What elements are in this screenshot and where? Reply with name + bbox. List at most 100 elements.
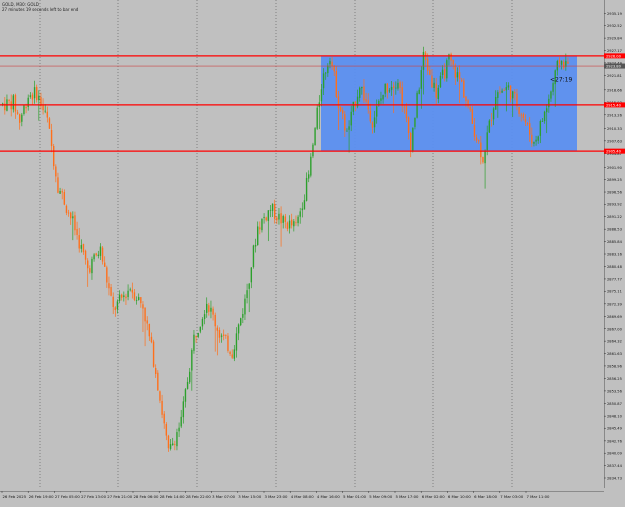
- candle-body: [501, 90, 503, 93]
- time-tick-label: 4 Mar 16:00: [317, 494, 341, 499]
- candle-body: [116, 301, 119, 310]
- price-tick-label: 2834.73: [607, 476, 622, 480]
- chart-area[interactable]: <27:19 GOLD, M30: GOLD 27 minutes 19 sec…: [0, 0, 604, 488]
- candle-body: [225, 335, 227, 336]
- price-tick-label: 2869.69: [607, 315, 623, 319]
- candle-body: [480, 142, 482, 158]
- candle-body: [518, 106, 520, 114]
- price-tick-label: 2875.11: [607, 290, 622, 294]
- candle-body: [537, 136, 539, 141]
- candle-body: [401, 87, 403, 107]
- candle-body: [78, 235, 80, 249]
- candle-body: [548, 98, 550, 108]
- time-tick-label: 4 Mar 08:00: [291, 494, 315, 499]
- candle-body: [344, 114, 346, 131]
- candle-body: [97, 254, 100, 256]
- candle-body: [380, 98, 382, 101]
- candle-body: [299, 211, 301, 217]
- price-tick-label: 2877.77: [607, 277, 622, 281]
- candle-body: [520, 114, 522, 116]
- candle-body: [350, 111, 352, 126]
- candle-body: [403, 106, 406, 108]
- time-tick-label: 5 Mar 09:00: [369, 494, 393, 499]
- price-tick-label: 2913.26: [607, 113, 623, 117]
- candle-body: [21, 114, 23, 122]
- candle-body: [533, 142, 535, 144]
- candle-body: [363, 86, 365, 101]
- candle-body: [148, 324, 151, 337]
- candle-body: [231, 354, 233, 358]
- candle-body: [429, 69, 431, 75]
- time-tick-label: 26 Feb 2025: [3, 494, 27, 499]
- candle-body: [397, 82, 399, 89]
- candle-body: [546, 108, 548, 113]
- candle-body: [223, 334, 225, 336]
- candle-body: [467, 100, 469, 107]
- price-tick-label: 2885.84: [607, 240, 623, 244]
- candle-body: [99, 246, 102, 256]
- candle-body: [348, 126, 350, 130]
- candle-body: [512, 91, 514, 99]
- time-tick-label: 3 Mar 15:00: [238, 494, 262, 499]
- candle-body: [53, 145, 55, 167]
- price-tick-label: 2850.87: [607, 402, 622, 406]
- time-axis[interactable]: 26 Feb 2025 26 Feb 19:00 27 Feb 05:00 27 Fe…: [0, 488, 625, 500]
- candle-body: [55, 166, 57, 177]
- time-tick-label: 5 Mar 17:00: [396, 494, 420, 499]
- candle-body: [473, 125, 476, 137]
- candle-body: [48, 118, 51, 129]
- candle-body: [339, 106, 342, 112]
- time-tick-label: 6 Mar 10:00: [448, 494, 472, 499]
- candle-body: [465, 96, 467, 101]
- candle-body: [44, 110, 46, 112]
- candle-body: [216, 327, 219, 331]
- candle-body: [46, 111, 49, 118]
- candle-body: [431, 75, 433, 88]
- candle-body: [329, 60, 331, 65]
- candle-body: [550, 91, 552, 99]
- candle-body: [469, 107, 471, 110]
- candle-body: [267, 210, 270, 221]
- candle-body: [297, 216, 299, 224]
- price-tick-label: 2842.76: [607, 439, 623, 443]
- time-tick-label: 28 Feb 06:00: [134, 494, 159, 499]
- time-tick-label: 27 Feb 13:00: [81, 494, 106, 499]
- candle-body: [131, 289, 134, 293]
- candle-body: [376, 106, 378, 117]
- candlestick-chart[interactable]: <27:19: [0, 0, 604, 488]
- candle-body: [112, 296, 114, 307]
- candle-body: [490, 120, 493, 121]
- time-tick-label: 7 Mar 03:00: [500, 494, 524, 499]
- candle-body: [106, 267, 108, 283]
- candle-body: [36, 86, 38, 100]
- price-tick-label: 2899.25: [607, 178, 622, 182]
- candle-body: [191, 350, 193, 371]
- price-scale[interactable]: 2935.19 2932.52 2929.84 2927.17 2924.49 2921.…: [603, 0, 625, 488]
- candle-body: [393, 85, 395, 88]
- time-tick-label: 5 Mar 01:00: [343, 494, 367, 499]
- candle-body: [140, 297, 142, 304]
- candle-body: [414, 117, 416, 127]
- candle-body: [456, 72, 459, 78]
- candle-body: [422, 51, 425, 70]
- candle-body: [410, 132, 412, 152]
- candle-body: [454, 65, 457, 78]
- candle-body: [235, 333, 238, 351]
- candle-body: [295, 222, 297, 224]
- candle-body: [371, 122, 374, 128]
- candle-body: [280, 213, 282, 224]
- candle-body: [359, 87, 361, 98]
- candle-body: [74, 215, 76, 231]
- candle-body: [197, 332, 199, 337]
- candle-body: [265, 217, 267, 221]
- candle-body: [110, 287, 112, 296]
- price-tick-label: 2867.00: [607, 327, 623, 331]
- candle-body: [486, 132, 488, 151]
- price-tick-label: 2891.22: [607, 215, 622, 219]
- price-tick-label: 2918.66: [607, 88, 623, 92]
- candle-body: [76, 229, 78, 235]
- time-tick-label: 3 Mar 07:00: [212, 494, 236, 499]
- candle-body: [33, 87, 36, 99]
- candle-body: [180, 416, 182, 427]
- candle-body: [174, 444, 176, 445]
